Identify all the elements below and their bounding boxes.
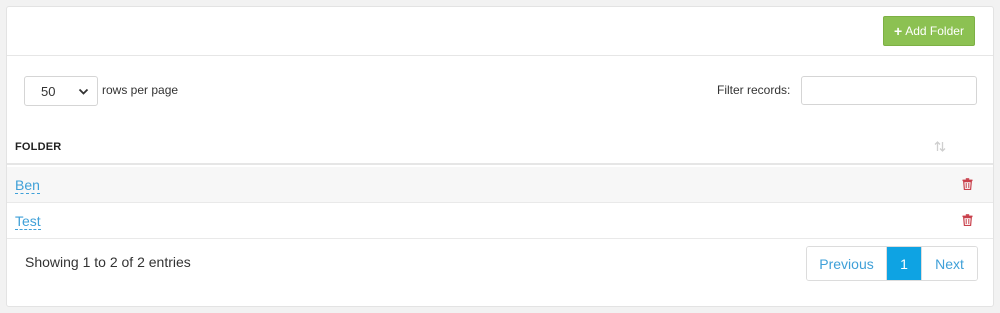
sort-icon[interactable] [934,140,946,153]
filter-records-input[interactable] [801,76,977,105]
entries-info: Showing 1 to 2 of 2 entries [25,254,191,270]
folders-panel: + Add Folder 50 rows per page Filter rec… [6,6,994,307]
next-page-button[interactable]: Next [921,247,977,280]
add-folder-label: Add Folder [905,24,964,38]
table-row: Test [7,203,993,239]
pagination: Previous 1 Next [806,246,978,281]
rows-per-page-value: 50 [41,83,56,99]
trash-icon[interactable] [962,178,973,190]
panel-header: + Add Folder [7,7,993,56]
add-folder-button[interactable]: + Add Folder [883,16,975,46]
rows-per-page-label: rows per page [102,83,179,97]
rows-per-page-select[interactable]: 50 [24,76,98,106]
table-header: FOLDER [7,127,993,165]
trash-icon[interactable] [962,214,973,226]
filter-records-label: Filter records: [717,83,791,97]
page-1-button[interactable]: 1 [887,247,921,280]
folder-link[interactable]: Ben [15,177,40,194]
previous-page-button[interactable]: Previous [807,247,887,280]
chevron-down-icon [78,88,89,95]
plus-icon: + [894,23,903,39]
column-header-folder[interactable]: FOLDER [15,141,61,153]
folder-link[interactable]: Test [15,213,41,230]
table-row: Ben [7,167,993,203]
